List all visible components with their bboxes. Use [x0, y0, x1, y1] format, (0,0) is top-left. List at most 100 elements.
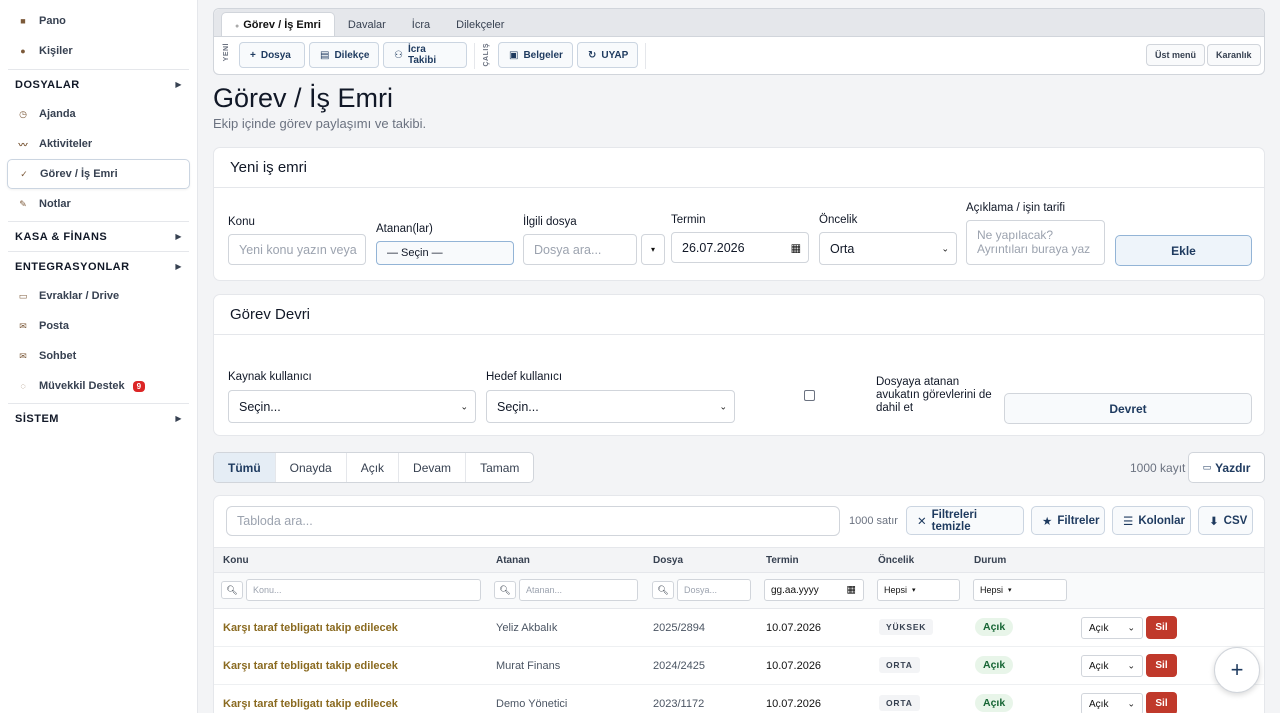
konu-filter-input[interactable]: Konu...: [246, 579, 481, 601]
new-icra-button[interactable]: ⚇ İcra Takibi: [383, 42, 467, 68]
priority-badge: ORTA: [879, 657, 920, 673]
new-dosya-button[interactable]: + Dosya: [239, 42, 305, 68]
chat-icon: ✉: [19, 350, 27, 361]
chevron-down-icon: ⌄: [1127, 622, 1135, 633]
list-icon: ☰: [1123, 515, 1134, 528]
include-label: Dosyaya atanan avukatın görevlerini de d…: [876, 376, 992, 414]
tab-tumu[interactable]: Tümü: [214, 453, 276, 482]
source-user-label: Kaynak kullanıcı: [228, 371, 312, 383]
add-task-button[interactable]: Ekle: [1115, 235, 1252, 266]
row-termin: 10.07.2026: [766, 698, 822, 710]
due-date-input[interactable]: 26.07.2026 ▦: [671, 232, 809, 263]
row-konu[interactable]: Karşı taraf tebligatı takip edilecek: [223, 622, 398, 634]
sidebar-section-dosyalar[interactable]: DOSYALAR ▶: [8, 69, 189, 99]
sidebar-section-sistem[interactable]: SİSTEM ▶: [8, 403, 189, 433]
divider: [645, 43, 646, 69]
row-konu[interactable]: Karşı taraf tebligatı takip edilecek: [223, 660, 398, 672]
file-label: İlgili dosya: [523, 216, 577, 228]
column-header-konu[interactable]: Konu: [223, 555, 249, 566]
sidebar-item-sohbet[interactable]: ✉ Sohbet: [7, 341, 190, 371]
tab-dilekceler[interactable]: Dilekçeler: [443, 14, 517, 36]
sidebar-item-pano[interactable]: ■ Pano: [7, 6, 190, 36]
sidebar-item-notlar[interactable]: ✎ Notlar: [7, 189, 190, 219]
csv-button[interactable]: ⬇ CSV: [1198, 506, 1253, 535]
sidebar-item-kisiler[interactable]: ● Kişiler: [7, 36, 190, 66]
tab-davalar[interactable]: Davalar: [335, 14, 399, 36]
column-header-dosya[interactable]: Dosya: [653, 555, 683, 566]
sidebar-item-gorev[interactable]: ✓ Görev / İş Emri: [7, 159, 190, 189]
search-icon[interactable]: 🔍︎: [494, 581, 516, 599]
sidebar-section-kasa[interactable]: KASA & FİNANS ▶: [8, 221, 189, 251]
table-row[interactable]: Karşı taraf tebligatı takip edilecek Dem…: [214, 685, 1264, 713]
sidebar-item-aktiviteler[interactable]: 〰 Aktiviteler: [7, 129, 190, 159]
group-label-new: YENİ: [223, 43, 230, 62]
belgeler-button[interactable]: ▣ Belgeler: [498, 42, 573, 68]
durum-filter-select[interactable]: Hepsi ▾: [973, 579, 1067, 601]
row-konu[interactable]: Karşı taraf tebligatı takip edilecek: [223, 698, 398, 710]
add-fab-button[interactable]: +: [1214, 647, 1260, 693]
assignee-select[interactable]: — Seçin —: [376, 241, 514, 265]
delete-button[interactable]: Sil: [1146, 692, 1177, 713]
new-task-heading: Yeni iş emri: [214, 148, 1264, 188]
description-textarea[interactable]: Ne yapılacak? Ayrıntıları buraya yaz: [966, 220, 1105, 265]
sidebar: ■ Pano ● Kişiler DOSYALAR ▶ ◷ Ajanda 〰 Aktivi…: [0, 0, 198, 713]
dark-mode-button[interactable]: Karanlık: [1207, 44, 1261, 66]
sidebar-item-posta[interactable]: ✉ Posta: [7, 311, 190, 341]
chevron-down-icon: ▾: [1008, 587, 1012, 594]
sidebar-section-entegrasyonlar[interactable]: ENTEGRASYONLAR ▶: [8, 251, 189, 281]
table-row[interactable]: Karşı taraf tebligatı takip edilecek Yel…: [214, 609, 1264, 647]
columns-button[interactable]: ☰ Kolonlar: [1112, 506, 1191, 535]
dosya-filter-input[interactable]: Dosya...: [677, 579, 751, 601]
tab-gorev[interactable]: ● Görev / İş Emri: [221, 12, 335, 36]
termin-filter-input[interactable]: gg.aa.yyyy ▦: [764, 579, 864, 601]
status-select[interactable]: Açık ⌄: [1081, 655, 1143, 677]
calendar-icon: ▦: [790, 242, 801, 254]
binoculars-icon: ⚇: [394, 49, 403, 61]
tab-onayda[interactable]: Onayda: [276, 453, 347, 482]
tab-acik[interactable]: Açık: [347, 453, 400, 482]
column-header-oncelik[interactable]: Öncelik: [878, 555, 914, 566]
delete-button[interactable]: Sil: [1146, 616, 1177, 639]
subject-label: Konu: [228, 216, 255, 228]
target-user-select[interactable]: Seçin... ⌄: [486, 390, 735, 423]
transfer-card: Görev Devri Kaynak kullanıcı Seçin... ⌄ H…: [213, 294, 1265, 436]
search-icon[interactable]: 🔍︎: [221, 581, 243, 599]
top-toolbar: ● Görev / İş Emri Davalar İcra Dilekçeler…: [213, 8, 1265, 75]
sidebar-item-ajanda[interactable]: ◷ Ajanda: [7, 99, 190, 129]
row-termin: 10.07.2026: [766, 622, 822, 634]
quick-actions: YENİ + Dosya ▤ Dilekçe ⚇ İcra Takibi ÇALIŞ …: [214, 37, 1264, 75]
priority-select[interactable]: Orta ⌄: [819, 232, 957, 265]
atanan-filter-input[interactable]: Atanan...: [519, 579, 638, 601]
oncelik-filter-select[interactable]: Hepsi ▾: [877, 579, 960, 601]
clear-filters-button[interactable]: ✕ Filtreleri temizle: [906, 506, 1024, 535]
status-select[interactable]: Açık ⌄: [1081, 617, 1143, 639]
filters-button[interactable]: ★ Filtreler: [1031, 506, 1105, 535]
clock-icon: ◷: [19, 108, 27, 119]
include-checkbox[interactable]: [804, 390, 815, 401]
tab-devam[interactable]: Devam: [399, 453, 467, 482]
file-search-input[interactable]: Dosya ara...: [523, 234, 637, 265]
column-header-atanan[interactable]: Atanan: [496, 555, 530, 566]
tab-icra[interactable]: İcra: [399, 14, 443, 36]
sidebar-item-muvekkil-destek[interactable]: ◌ Müvekkil Destek 9: [7, 371, 190, 401]
new-dilekce-button[interactable]: ▤ Dilekçe: [309, 42, 379, 68]
status-filter-tabs: Tümü Onayda Açık Devam Tamam: [213, 452, 535, 483]
transfer-button[interactable]: Devret: [1004, 393, 1252, 424]
table-search-input[interactable]: Tabloda ara...: [226, 506, 840, 536]
top-menu-button[interactable]: Üst menü: [1146, 44, 1206, 66]
close-icon: ✕: [917, 515, 927, 528]
subject-input[interactable]: Yeni konu yazın veya: [228, 234, 366, 265]
delete-button[interactable]: Sil: [1146, 654, 1177, 677]
table-row[interactable]: Karşı taraf tebligatı takip edilecek Mur…: [214, 647, 1264, 685]
triangle-right-icon: ▶: [175, 262, 182, 271]
column-header-durum[interactable]: Durum: [974, 555, 1006, 566]
sidebar-item-evraklar[interactable]: ▭ Evraklar / Drive: [7, 281, 190, 311]
tab-tamam[interactable]: Tamam: [466, 453, 533, 482]
status-select[interactable]: Açık ⌄: [1081, 693, 1143, 713]
source-user-select[interactable]: Seçin... ⌄: [228, 390, 476, 423]
print-button[interactable]: ▭ Yazdır: [1188, 452, 1265, 483]
search-icon[interactable]: 🔍︎: [652, 581, 674, 599]
uyap-button[interactable]: ↻ UYAP: [577, 42, 638, 68]
file-dropdown-button[interactable]: ▾: [641, 234, 665, 265]
column-header-termin[interactable]: Termin: [766, 555, 799, 566]
